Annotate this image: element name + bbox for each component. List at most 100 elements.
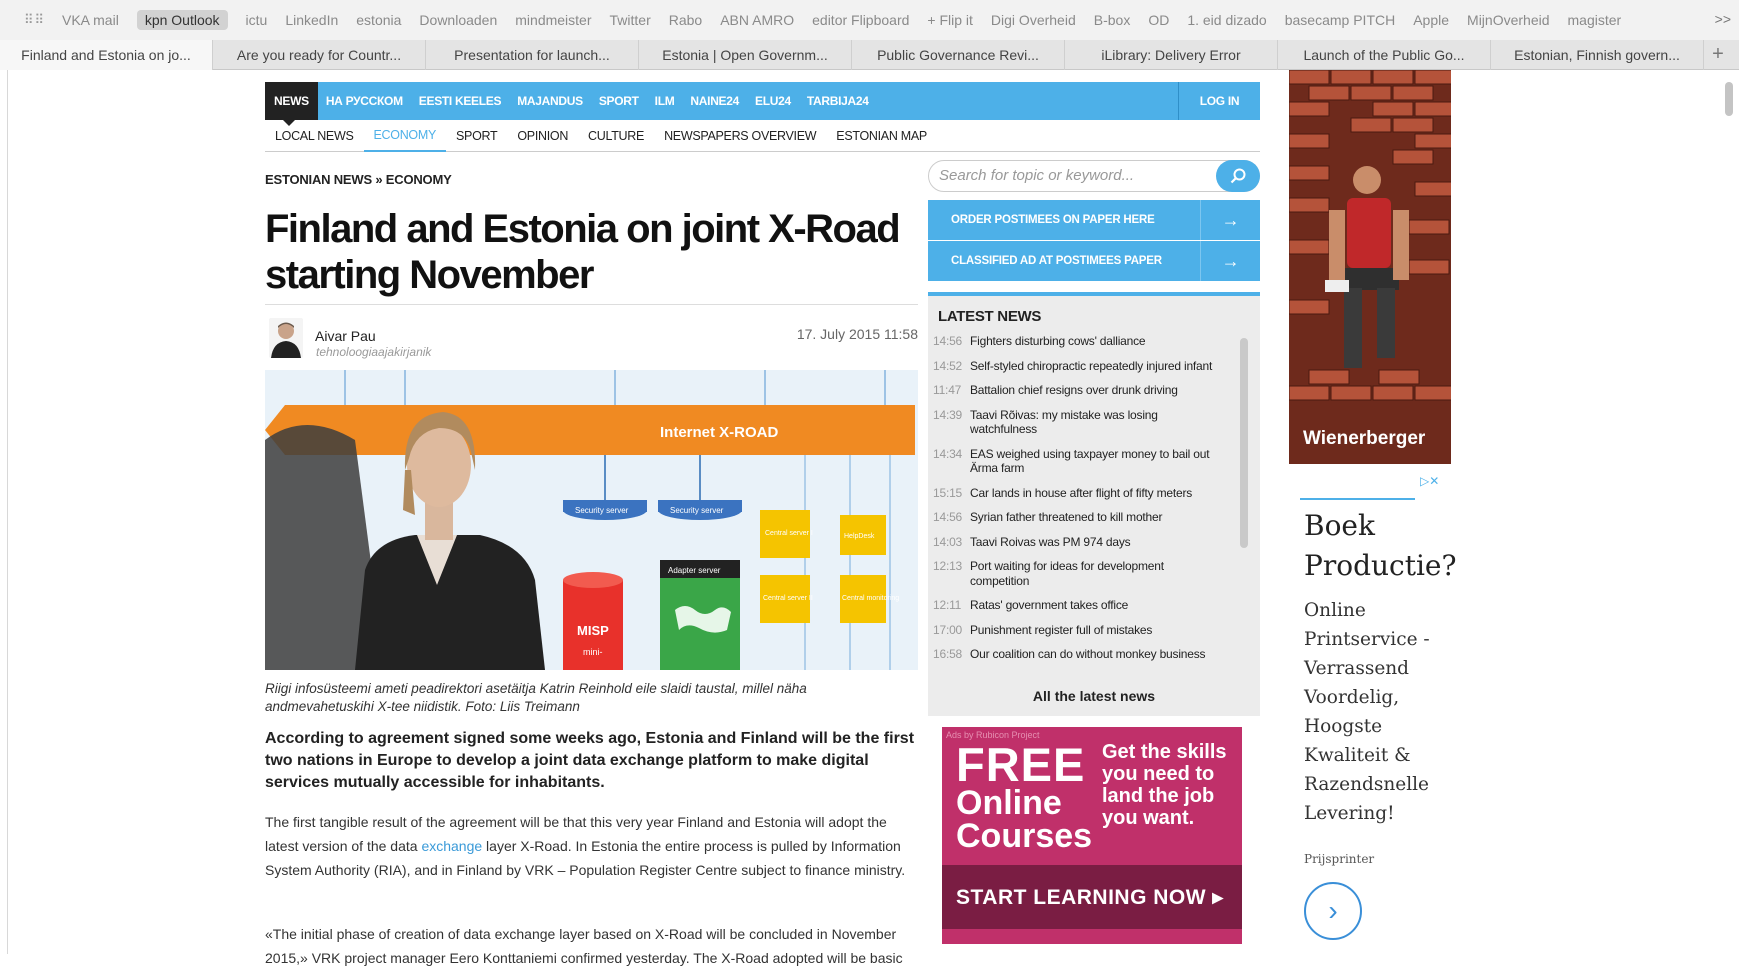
bookmark-item[interactable]: kpn Outlook [136,10,228,30]
cta-label: CLASSIFIED AD AT POSTIMEES PAPER [951,255,1162,267]
topnav-item[interactable]: NEWS [265,82,318,126]
hero-label-misp: MISP [577,623,609,638]
section-tab[interactable]: OPINION [507,120,578,152]
browser-tab[interactable]: Presentation for launch... [426,40,639,70]
article-hero-image[interactable]: Internet X-ROAD Security server Security… [265,370,918,670]
latest-news-item[interactable]: 12:13 Port waiting for ideas for developm… [933,559,1223,588]
author-avatar[interactable] [269,318,303,358]
topnav-item[interactable]: ELU24 [747,94,799,108]
bookmarks-overflow-icon[interactable]: >> [1715,11,1731,27]
bookmark-item[interactable]: Digi Overheid [991,12,1076,28]
hero-label-mini: mini- [583,647,603,657]
start-learning-button[interactable]: START LEARNING NOW ▸ [942,865,1242,929]
news-headline[interactable]: Self-styled chiropractic repeatedly inju… [970,359,1223,374]
browser-tab[interactable]: Estonian, Finnish govern... [1491,40,1704,70]
news-headline[interactable]: EAS weighed using taxpayer money to bail… [970,447,1223,476]
bookmark-item[interactable]: basecamp PITCH [1285,12,1395,28]
chevron-right-icon[interactable]: › [1304,882,1362,940]
browser-tab[interactable]: Public Governance Revi... [852,40,1065,70]
section-tab[interactable]: ECONOMY [363,120,447,152]
browser-tab[interactable]: Are you ready for Countr... [213,40,426,70]
topnav-item[interactable]: NAINE24 [682,94,747,108]
news-time: 12:13 [933,559,963,573]
latest-news-item[interactable]: 14:56 Syrian father threatened to kill mo… [933,510,1223,525]
bookmark-item[interactable]: OD [1148,12,1169,28]
topnav-item[interactable]: MAJANDUS [509,94,591,108]
section-tab[interactable]: NEWSPAPERS OVERVIEW [654,120,826,152]
news-headline[interactable]: Our coalition can do without monkey busi… [970,647,1223,662]
bookmark-item[interactable]: estonia [356,12,401,28]
ad-heading[interactable]: Boek Productie? [1304,506,1470,586]
bookmark-item[interactable]: 1. eid dizado [1187,12,1266,28]
bookmark-item[interactable]: mindmeister [515,12,591,28]
bookmark-item[interactable]: ictu [246,12,268,28]
latest-news-item[interactable]: 12:11 Ratas' government takes office [933,598,1223,613]
section-tab[interactable]: SPORT [446,120,507,152]
news-headline[interactable]: Ratas' government takes office [970,598,1223,613]
latest-news-item[interactable]: 15:15 Car lands in house after flight of … [933,486,1223,501]
search-input[interactable] [939,167,1209,184]
topnav-item[interactable]: EESTI KEELES [411,94,509,108]
all-latest-news-link[interactable]: All the latest news [928,688,1260,704]
news-headline[interactable]: Syrian father threatened to kill mother [970,510,1223,525]
bookmark-item[interactable]: + Flip it [927,12,973,28]
news-headline[interactable]: Taavi Roivas was PM 974 days [970,535,1223,550]
browser-tab[interactable]: Estonia | Open Governm... [639,40,852,70]
news-headline[interactable]: Battalion chief resigns over drunk drivi… [970,383,1223,398]
latest-news-item[interactable]: 14:03 Taavi Roivas was PM 974 days [933,535,1223,550]
section-tab[interactable]: ESTONIAN MAP [826,120,937,152]
browser-tab[interactable]: iLibrary: Delivery Error [1065,40,1278,70]
news-time: 14:39 [933,407,963,422]
bookmark-item[interactable]: editor Flipboard [812,12,909,28]
bookmark-item[interactable]: Twitter [610,12,651,28]
adchoices-icon[interactable]: ▷✕ [1420,474,1439,488]
bookmark-item[interactable]: LinkedIn [285,12,338,28]
classified-ad-button[interactable]: CLASSIFIED AD AT POSTIMEES PAPER → [928,241,1260,281]
news-headline[interactable]: Fighters disturbing cows' dalliance [970,334,1223,349]
author-name[interactable]: Aivar Pau [315,328,376,344]
topnav-item[interactable]: TARBIJA24 [799,94,877,108]
order-paper-button[interactable]: ORDER POSTIMEES ON PAPER HERE → [928,200,1260,240]
latest-news-item[interactable]: 16:58 Our coalition can do without monkey… [933,647,1223,662]
browser-tab[interactable]: Launch of the Public Go... [1278,40,1491,70]
topnav-item[interactable]: SPORT [591,94,647,108]
apps-grid-icon[interactable]: ⠿⠿ [24,12,44,28]
breadcrumb[interactable]: ESTONIAN NEWS » ECONOMY [265,172,452,187]
article-lead: According to agreement signed some weeks… [265,730,915,791]
news-headline[interactable]: Taavi Rõivas: my mistake was losing watc… [970,408,1223,437]
news-headline[interactable]: Car lands in house after flight of fifty… [970,486,1223,501]
bookmark-item[interactable]: magister [1568,12,1622,28]
browser-tab[interactable]: Finland and Estonia on jo... [0,40,213,70]
topnav-item[interactable]: НА РУССКОМ [318,94,411,108]
latest-news-item[interactable]: 14:34 EAS weighed using taxpayer money to… [933,447,1223,476]
news-time: 17:00 [933,622,963,637]
latest-news-item[interactable]: 14:52 Self-styled chiropractic repeatedly… [933,359,1223,374]
exchange-link[interactable]: exchange [421,838,482,854]
latest-news-item[interactable]: 11:47 Battalion chief resigns over drunk … [933,383,1223,398]
bookmark-item[interactable]: MijnOverheid [1467,12,1549,28]
bookmark-item[interactable]: B-box [1094,12,1131,28]
bookmark-item[interactable]: VKA mail [62,12,119,28]
image-caption: Riigi infosüsteemi ameti peadirektori as… [265,681,807,714]
online-courses-ad[interactable]: Ads by Rubicon Project FREE Online Course… [942,727,1242,944]
bookmark-item[interactable]: Rabo [669,12,702,28]
topnav-item[interactable]: ILM [647,94,683,108]
new-tab-icon[interactable]: + [1704,40,1732,69]
latest-news-item[interactable]: 17:00 Punishment register full of mistake… [933,623,1223,638]
wienerberger-ad[interactable]: Wienerberger [1289,70,1451,464]
bookmark-item[interactable]: Downloaden [419,12,497,28]
ad-source[interactable]: Prijsprinter [1304,852,1374,866]
bookmark-item[interactable]: Apple [1413,12,1449,28]
login-button[interactable]: LOG IN [1178,82,1260,120]
section-tab[interactable]: LOCAL NEWS [265,120,364,152]
latest-news-item[interactable]: 14:56 Fighters disturbing cows' dalliance [933,334,1223,349]
bookmark-item[interactable]: ABN AMRO [720,12,794,28]
news-time: 14:03 [933,534,963,549]
page-scrollbar[interactable] [1725,82,1733,116]
search-button[interactable] [1216,160,1260,192]
section-tab[interactable]: CULTURE [578,120,654,152]
latest-news-scrollbar[interactable] [1240,338,1248,548]
latest-news-item[interactable]: 14:39 Taavi Rõivas: my mistake was losing… [933,408,1223,437]
news-headline[interactable]: Punishment register full of mistakes [970,623,1223,638]
news-headline[interactable]: Port waiting for ideas for development c… [970,559,1223,588]
